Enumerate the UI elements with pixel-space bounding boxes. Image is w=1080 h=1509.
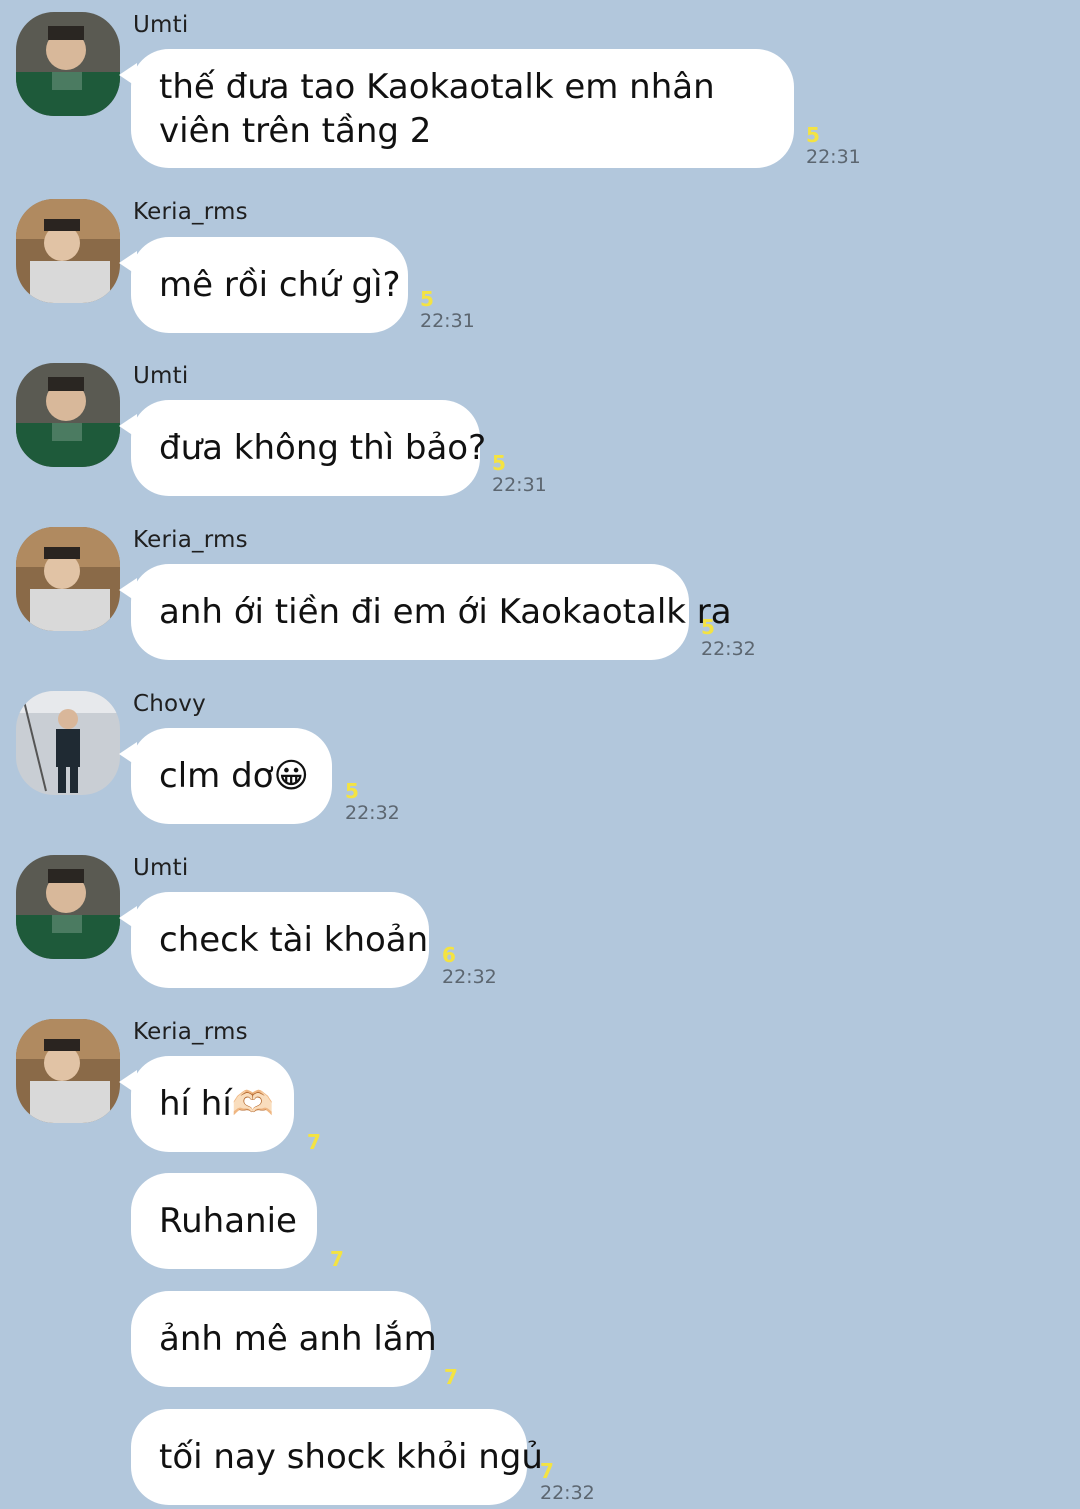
unread-count: 7 xyxy=(330,1247,344,1271)
message-meta: 6 22:32 xyxy=(442,944,497,988)
avatar-keria-icon[interactable] xyxy=(16,1019,120,1123)
message-meta: 7 xyxy=(307,1131,321,1153)
unread-count: 7 xyxy=(307,1130,321,1154)
unread-count: 5 xyxy=(420,287,434,311)
message-meta: 5 22:31 xyxy=(420,288,475,332)
avatar-keria-icon[interactable] xyxy=(16,527,120,631)
message-bubble[interactable]: Ruhanie xyxy=(131,1173,317,1269)
message-text: check tài khoản xyxy=(159,920,429,960)
message-time: 22:32 xyxy=(345,802,400,824)
sender-name: Keria_rms xyxy=(133,199,248,225)
message-bubble[interactable]: đưa không thì bảo? xyxy=(119,400,486,496)
message-text: thế đưa tao Kaokaotalk em nhân viên trên… xyxy=(159,66,715,151)
message-meta: 5 22:32 xyxy=(345,780,400,824)
sender-name: Keria_rms xyxy=(133,527,248,553)
sender-name: Umti xyxy=(133,855,189,881)
message-bubble[interactable]: tối nay shock khỏi ngủ xyxy=(131,1409,543,1505)
avatar-umti-icon[interactable] xyxy=(16,12,120,116)
message-text: Ruhanie xyxy=(159,1201,297,1241)
message-bubble[interactable]: clm dơ😀 xyxy=(119,728,332,824)
avatar-keria-icon[interactable] xyxy=(16,199,120,303)
unread-count: 6 xyxy=(442,943,456,967)
message-text: mê rồi chứ gì? xyxy=(159,265,401,305)
message-bubble[interactable]: check tài khoản xyxy=(119,892,429,988)
message-time: 22:31 xyxy=(420,310,475,332)
unread-count: 5 xyxy=(701,615,715,639)
message-time: 22:32 xyxy=(701,638,756,660)
message-time: 22:32 xyxy=(442,966,497,988)
message-meta: 7 xyxy=(330,1248,344,1270)
unread-count: 5 xyxy=(806,123,820,147)
message-meta: 5 22:32 xyxy=(701,616,756,660)
sender-name: Chovy xyxy=(133,691,206,717)
sender-name: Keria_rms xyxy=(133,1019,248,1045)
message-text: anh ới tiền đi em ới Kaokaotalk ra xyxy=(159,592,732,632)
avatar-umti-icon[interactable] xyxy=(16,855,120,959)
message-meta: 7 22:32 xyxy=(540,1460,595,1504)
unread-count: 7 xyxy=(540,1459,554,1483)
sender-name: Umti xyxy=(133,12,189,38)
message-time: 22:31 xyxy=(806,146,861,168)
message-text: tối nay shock khỏi ngủ xyxy=(159,1437,543,1477)
message-time: 22:32 xyxy=(540,1482,595,1504)
sender-name: Umti xyxy=(133,363,189,389)
message-meta: 7 xyxy=(444,1366,458,1388)
message-meta: 5 22:31 xyxy=(492,452,547,496)
unread-count: 5 xyxy=(345,779,359,803)
message-text: ảnh mê anh lắm xyxy=(159,1319,437,1359)
message-bubble[interactable]: mê rồi chứ gì? xyxy=(119,237,408,333)
message-bubble[interactable]: hí hí🫶🏻 xyxy=(119,1056,294,1152)
message-time: 22:31 xyxy=(492,474,547,496)
message-text: clm dơ😀 xyxy=(159,756,309,796)
message-meta: 5 22:31 xyxy=(806,124,861,168)
message-bubble[interactable]: anh ới tiền đi em ới Kaokaotalk ra xyxy=(119,564,732,660)
unread-count: 5 xyxy=(492,451,506,475)
avatar-chovy-icon[interactable] xyxy=(16,691,120,795)
avatar-umti-icon[interactable] xyxy=(16,363,120,467)
message-bubble[interactable]: thế đưa tao Kaokaotalk em nhân viên trên… xyxy=(119,49,794,168)
message-bubble[interactable]: ảnh mê anh lắm xyxy=(131,1291,437,1387)
unread-count: 7 xyxy=(444,1365,458,1389)
message-text: đưa không thì bảo? xyxy=(159,428,487,468)
message-text: hí hí🫶🏻 xyxy=(159,1084,275,1124)
